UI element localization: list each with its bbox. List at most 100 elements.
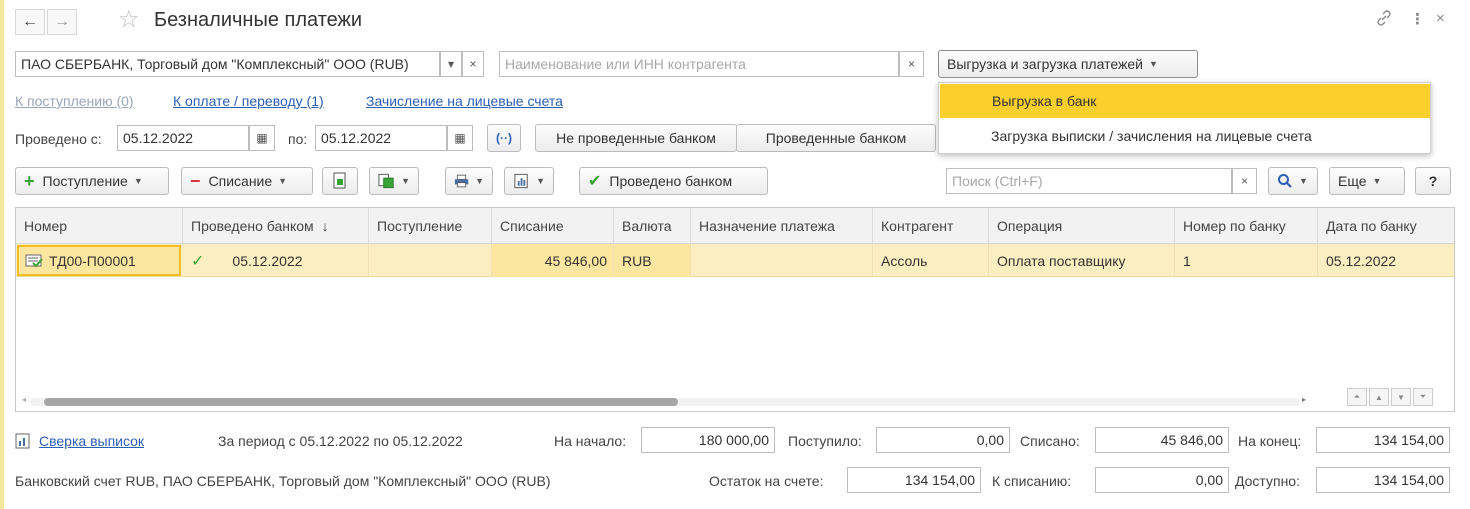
to-write-off-field: 0,00 bbox=[1095, 467, 1229, 493]
chevron-down-icon: ▼ bbox=[536, 176, 545, 186]
forward-button[interactable]: → bbox=[47, 9, 77, 35]
available-label: Доступно: bbox=[1235, 473, 1300, 489]
column-header-bank-number[interactable]: Номер по банку bbox=[1175, 208, 1318, 244]
chevron-down-icon: ▼ bbox=[133, 176, 143, 186]
scrollbar-thumb[interactable] bbox=[44, 398, 678, 406]
forward-arrow-icon: → bbox=[54, 13, 70, 30]
scroll-first-button[interactable]: ⏶ bbox=[1347, 388, 1367, 406]
link-incoming[interactable]: К поступлению (0) bbox=[15, 93, 134, 109]
search-input[interactable]: Поиск (Ctrl+F) bbox=[946, 168, 1232, 194]
cell-number[interactable]: ТД00-П00001 bbox=[17, 245, 181, 276]
reconcile-link[interactable]: Сверка выписок bbox=[39, 433, 144, 449]
help-button[interactable]: ? bbox=[1415, 167, 1451, 195]
down-icon: ▼ bbox=[1397, 392, 1405, 402]
search-clear-button[interactable]: × bbox=[1232, 168, 1257, 194]
checkmark-icon: ✓ bbox=[191, 252, 205, 270]
cell-bank-number: 1 bbox=[1175, 244, 1318, 277]
column-header-currency[interactable]: Валюта bbox=[614, 208, 691, 244]
add-writeoff-button[interactable]: − Списание ▼ bbox=[181, 167, 313, 195]
chevron-down-icon: ▼ bbox=[401, 176, 410, 186]
column-header-bank-date[interactable]: Дата по банку bbox=[1318, 208, 1454, 244]
to-write-off-label: К списанию: bbox=[992, 473, 1072, 489]
column-header-number[interactable]: Номер bbox=[16, 208, 183, 244]
chevron-down-icon: ▼ bbox=[278, 176, 288, 186]
clear-icon: × bbox=[1240, 174, 1248, 188]
scroll-last-button[interactable]: ⏷ bbox=[1413, 388, 1433, 406]
table-row[interactable]: ТД00-П00001 ✓ 05.12.2022 45 846,00 RUB А… bbox=[16, 244, 1454, 277]
chevron-down-icon: ▼ bbox=[1299, 176, 1308, 186]
calendar-icon: ▦ bbox=[256, 131, 268, 145]
chevron-down-icon: ▼ bbox=[1372, 176, 1382, 186]
exchange-dropdown-menu: Выгрузка в банк Загрузка выписки / зачис… bbox=[938, 82, 1431, 154]
link-icon[interactable] bbox=[1376, 10, 1392, 30]
link-accounts[interactable]: Зачисление на лицевые счета bbox=[366, 93, 563, 109]
account-summary: Банковский счет RUB, ПАО СБЕРБАНК, Торго… bbox=[15, 473, 551, 489]
favorite-star-icon[interactable]: ☆ bbox=[118, 5, 140, 34]
up-icon: ▲ bbox=[1375, 392, 1383, 402]
minus-icon: − bbox=[190, 170, 201, 191]
reports-button[interactable]: ▼ bbox=[504, 167, 554, 195]
filter-not-posted-button[interactable]: Не проведенные банком bbox=[535, 124, 737, 152]
end-balance-field: 134 154,00 bbox=[1316, 427, 1450, 453]
scroll-right-icon[interactable]: ▸ bbox=[1302, 395, 1306, 404]
scroll-left-icon[interactable]: ◂ bbox=[22, 395, 26, 404]
more-button[interactable]: Еще ▼ bbox=[1329, 167, 1405, 195]
period-from-input[interactable]: 05.12.2022 bbox=[117, 125, 249, 151]
column-header-writeoff[interactable]: Списание bbox=[492, 208, 614, 244]
posted-by-bank-button[interactable]: ✔ Проведено банком bbox=[579, 167, 768, 195]
print-button[interactable]: ▼ bbox=[445, 167, 493, 195]
cell-purpose bbox=[691, 244, 873, 277]
received-label: Поступило: bbox=[788, 433, 862, 449]
column-header-counterparty[interactable]: Контрагент bbox=[873, 208, 989, 244]
help-icon: ? bbox=[1428, 173, 1438, 189]
checkmark-icon: ✔ bbox=[588, 173, 602, 190]
table-header: Номер Проведено банком ↓ Поступление Спис… bbox=[16, 208, 1454, 244]
back-arrow-icon: ← bbox=[22, 13, 38, 30]
cell-counterparty: Ассоль bbox=[873, 244, 989, 277]
spent-field: 45 846,00 bbox=[1095, 427, 1229, 453]
calendar-to-button[interactable]: ▦ bbox=[447, 125, 473, 151]
counterparty-clear-button[interactable]: × bbox=[899, 51, 924, 77]
link-to-pay[interactable]: К оплате / переводу (1) bbox=[173, 93, 324, 109]
column-header-purpose[interactable]: Назначение платежа bbox=[691, 208, 873, 244]
filter-posted-button[interactable]: Проведенные банком bbox=[736, 124, 936, 152]
end-balance-label: На конец: bbox=[1238, 433, 1302, 449]
bank-account-dropdown-button[interactable]: ▾ bbox=[440, 51, 462, 77]
add-income-button[interactable]: + Поступление ▼ bbox=[15, 167, 169, 195]
left-edge-strip bbox=[0, 0, 4, 509]
create-based-on-button[interactable]: ▼ bbox=[369, 167, 419, 195]
chevron-down-icon: ▼ bbox=[1148, 59, 1158, 69]
copy-document-button[interactable] bbox=[322, 167, 358, 195]
back-button[interactable]: ← bbox=[15, 9, 45, 35]
exchange-payments-button[interactable]: Выгрузка и загрузка платежей ▼ bbox=[938, 50, 1198, 78]
scroll-up-button[interactable]: ▲ bbox=[1369, 388, 1389, 406]
reconcile-icon bbox=[15, 433, 31, 452]
start-balance-field: 180 000,00 bbox=[641, 427, 775, 453]
bank-account-clear-button[interactable]: × bbox=[462, 51, 484, 77]
period-from-label: Проведено с: bbox=[15, 131, 102, 147]
column-header-income[interactable]: Поступление bbox=[369, 208, 492, 244]
counterparty-search-input[interactable]: Наименование или ИНН контрагента bbox=[499, 51, 899, 77]
cell-operation: Оплата поставщику bbox=[989, 244, 1175, 277]
menu-item-import-statement[interactable]: Загрузка выписки / зачисления на лицевые… bbox=[939, 119, 1430, 153]
close-icon[interactable]: × bbox=[1436, 10, 1445, 27]
period-select-button[interactable]: (··) bbox=[487, 124, 521, 152]
column-header-posted[interactable]: Проведено банком ↓ bbox=[183, 208, 369, 244]
cell-writeoff: 45 846,00 bbox=[492, 244, 614, 277]
more-menu-icon[interactable]: ⋮ bbox=[1410, 10, 1425, 28]
chevron-down-icon: ▼ bbox=[475, 176, 484, 186]
available-field: 134 154,00 bbox=[1316, 467, 1450, 493]
first-page-icon: ⏶ bbox=[1353, 392, 1361, 401]
search-button[interactable]: ▼ bbox=[1268, 167, 1318, 195]
bank-account-field[interactable]: ПАО СБЕРБАНК, Торговый дом "Комплексный"… bbox=[15, 51, 440, 77]
menu-item-export-to-bank[interactable]: Выгрузка в банк bbox=[940, 84, 1430, 118]
calendar-from-button[interactable]: ▦ bbox=[249, 125, 275, 151]
received-field: 0,00 bbox=[876, 427, 1010, 453]
search-icon bbox=[1278, 174, 1292, 188]
scroll-down-button[interactable]: ▼ bbox=[1391, 388, 1411, 406]
document-posted-icon bbox=[25, 254, 43, 267]
column-header-operation[interactable]: Операция bbox=[989, 208, 1175, 244]
period-to-input[interactable]: 05.12.2022 bbox=[315, 125, 447, 151]
plus-icon: + bbox=[24, 170, 35, 191]
account-balance-label: Остаток на счете: bbox=[709, 473, 824, 489]
